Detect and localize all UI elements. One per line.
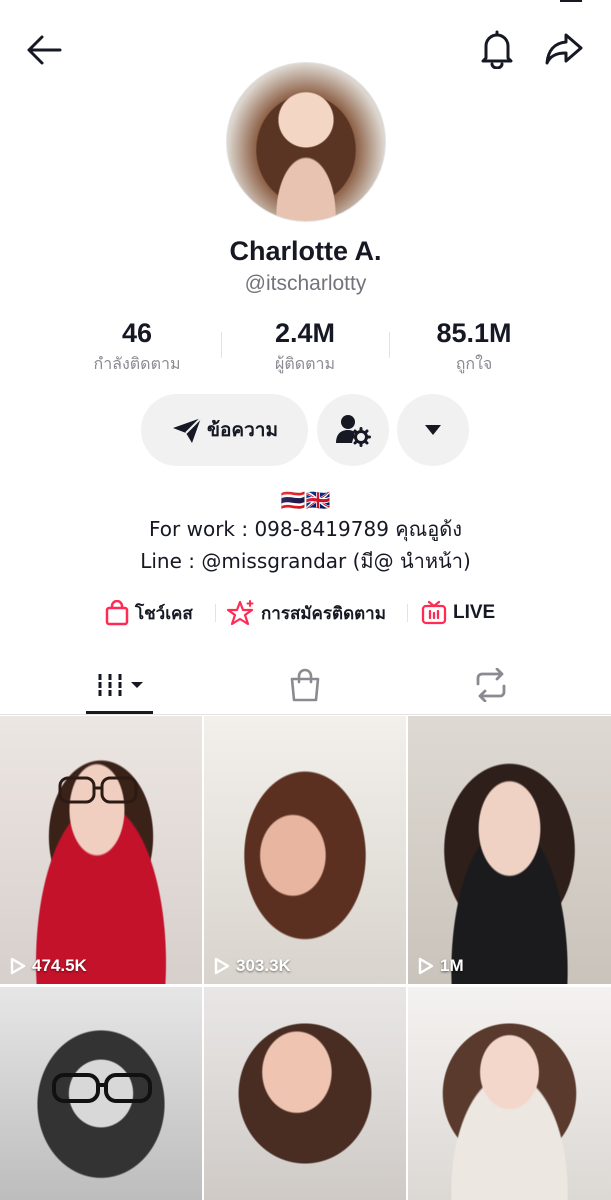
bio-line-work: For work : 098-8419789 คุณอูด้ง xyxy=(149,517,462,541)
stat-followers[interactable]: 2.4M ผู้ติดตาม xyxy=(225,316,385,376)
live-link[interactable]: LIVE xyxy=(421,598,495,628)
status-bar-remnant xyxy=(560,0,582,2)
back-button[interactable] xyxy=(18,28,70,72)
tab-shop[interactable] xyxy=(270,658,340,712)
person-settings-icon xyxy=(336,415,371,447)
view-count: 474.5K xyxy=(10,956,87,976)
live-label: LIVE xyxy=(453,602,496,623)
bio-line-contact: Line : @missgrandar (มี@ นำหน้า) xyxy=(140,549,471,573)
showcase-label: โชว์เคส xyxy=(135,603,193,624)
tab-bar-border xyxy=(0,714,611,715)
link-separator xyxy=(407,604,408,622)
message-button[interactable]: ข้อความ xyxy=(141,394,308,466)
view-count: 1M xyxy=(418,956,464,976)
glasses-shape xyxy=(58,776,138,804)
tab-videos[interactable] xyxy=(86,658,153,712)
subscription-link[interactable]: การสมัครติดตาม xyxy=(227,598,386,628)
stat-likes-label: ถูกใจ xyxy=(455,354,493,373)
video-thumbnail[interactable]: 303.3K xyxy=(204,716,406,984)
share-button[interactable] xyxy=(540,26,588,72)
repost-icon xyxy=(476,668,506,702)
more-options-button[interactable] xyxy=(397,394,469,466)
stat-divider xyxy=(389,332,390,358)
stat-divider xyxy=(221,332,222,358)
stat-followers-value: 2.4M xyxy=(274,318,336,348)
share-icon xyxy=(545,33,583,65)
video-thumbnail[interactable] xyxy=(0,987,202,1200)
tv-icon xyxy=(421,600,447,625)
link-separator xyxy=(215,604,216,622)
tab-reposts[interactable] xyxy=(456,658,526,712)
play-icon xyxy=(10,957,26,975)
stat-followers-label: ผู้ติดตาม xyxy=(274,354,336,373)
send-icon xyxy=(173,417,202,443)
grid-icon xyxy=(98,674,121,696)
add-friend-button[interactable] xyxy=(317,394,389,466)
bio-flags: 🇹🇭🇬🇧 xyxy=(280,488,331,512)
profile-handle: @itscharlotty xyxy=(244,272,367,295)
stat-following[interactable]: 46 กำลังติดตาม xyxy=(57,316,217,376)
notification-button[interactable] xyxy=(474,26,520,72)
bell-icon xyxy=(481,30,513,69)
stat-likes-value: 85.1M xyxy=(436,318,512,348)
subscription-label: การสมัครติดตาม xyxy=(261,603,386,624)
glasses-shape xyxy=(52,1073,152,1103)
star-sparkle-icon xyxy=(227,600,254,626)
video-thumbnail[interactable]: 1M xyxy=(408,716,611,984)
view-count-label: 474.5K xyxy=(32,956,87,975)
shopping-bag-icon xyxy=(290,668,320,702)
view-count-label: 303.3K xyxy=(236,956,291,975)
video-thumbnail[interactable] xyxy=(408,987,611,1200)
message-button-label: ข้อความ xyxy=(207,419,278,441)
play-icon xyxy=(418,957,434,975)
video-thumbnail[interactable]: 474.5K xyxy=(0,716,202,984)
profile-name: Charlotte A. xyxy=(229,236,382,266)
triangle-down-icon xyxy=(425,425,441,435)
view-count: 303.3K xyxy=(214,956,291,976)
showcase-link[interactable]: โชว์เคส xyxy=(105,598,193,628)
view-count-label: 1M xyxy=(440,956,464,975)
stat-following-value: 46 xyxy=(121,318,153,348)
caret-down-icon xyxy=(130,682,143,688)
video-thumbnail[interactable] xyxy=(204,987,406,1200)
avatar[interactable] xyxy=(226,62,386,222)
back-arrow-icon xyxy=(27,35,62,65)
play-icon xyxy=(214,957,230,975)
stat-likes[interactable]: 85.1M ถูกใจ xyxy=(394,316,554,376)
shopping-bag-icon xyxy=(105,600,129,626)
stat-following-label: กำลังติดตาม xyxy=(93,354,181,373)
